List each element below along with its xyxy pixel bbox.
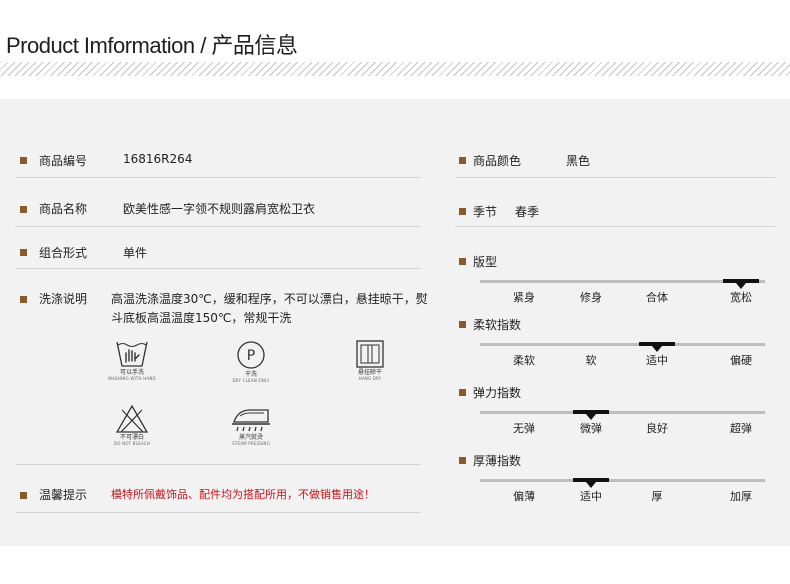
bullet-icon <box>20 157 27 164</box>
divider <box>15 226 421 227</box>
care-no-bleach: 不可漂白 DO NOT BLEACH <box>104 404 160 446</box>
divider <box>15 177 421 178</box>
product-name-label: 商品名称 <box>39 202 88 216</box>
care-hang-dry: 悬挂晾干 HANG DRY <box>344 339 396 381</box>
bullet-icon <box>20 492 27 499</box>
season-label: 季节 <box>473 205 498 219</box>
care-caption: 悬挂晾干 <box>357 369 382 376</box>
scale-option: 柔软 <box>513 354 535 367</box>
care-steam-iron: 蒸汽熨烫 STEAM PRESSING <box>222 406 280 446</box>
care-caption: 不可漂白 <box>119 434 144 441</box>
scale-option: 微弹 <box>580 422 602 435</box>
scale-option: 加厚 <box>730 490 752 503</box>
scale-track <box>480 411 765 414</box>
scale-option: 偏薄 <box>513 490 535 503</box>
divider <box>15 464 421 465</box>
scale-label: 柔软指数 <box>473 318 522 332</box>
bullet-icon <box>459 389 466 396</box>
scale-label: 版型 <box>473 255 498 269</box>
scale-option: 厚 <box>651 490 663 503</box>
season-value: 春季 <box>515 205 540 219</box>
scale-option: 良好 <box>646 422 668 435</box>
divider <box>15 268 421 269</box>
divider <box>15 512 421 513</box>
care-caption: 蒸汽熨烫 <box>238 434 263 441</box>
care-caption-en: STEAM PRESSING <box>232 441 270 446</box>
header-hatch-divider <box>0 62 790 76</box>
scale-label: 厚薄指数 <box>473 454 522 468</box>
scale-option: 紧身 <box>513 291 535 304</box>
color-label: 商品颜色 <box>473 154 522 168</box>
scale-option: 适中 <box>646 354 668 367</box>
bullet-icon <box>459 321 466 328</box>
bullet-icon <box>459 208 466 215</box>
scale-option: 合体 <box>646 291 668 304</box>
scale-option: 超弹 <box>730 422 752 435</box>
scale-option: 偏硬 <box>730 354 752 367</box>
scale-label: 弹力指数 <box>473 386 522 400</box>
care-caption-en: DRY CLEAN ONLY <box>232 378 270 383</box>
bullet-icon <box>459 457 466 464</box>
scale-track <box>480 343 765 346</box>
scale-option: 适中 <box>580 490 602 503</box>
bullet-icon <box>20 206 27 213</box>
svg-text:P: P <box>247 348 255 364</box>
combo-value: 单件 <box>123 246 148 260</box>
tip-text: 模特所佩戴饰品、配件均为搭配所用，不做销售用途！ <box>111 488 375 501</box>
scale-option: 修身 <box>580 291 602 304</box>
care-caption-en: DO NOT BLEACH <box>114 441 150 446</box>
divider <box>455 226 775 227</box>
bullet-icon <box>20 249 27 256</box>
color-value: 黑色 <box>566 154 591 168</box>
divider <box>455 177 775 178</box>
bullet-icon <box>459 157 466 164</box>
care-hand-wash: 可以手洗 WASHING WITH HAND <box>104 339 160 381</box>
product-code-label: 商品编号 <box>39 154 88 168</box>
scale-option: 软 <box>585 354 597 367</box>
product-name-value: 欧美性感一字领不规则露肩宽松卫衣 <box>123 202 316 216</box>
combo-label: 组合形式 <box>39 246 88 260</box>
wash-instructions: 高温洗涤温度30℃，缓和程序，不可以漂白，悬挂晾干，熨斗底板高温温度150℃，常… <box>111 292 428 325</box>
hand-wash-icon <box>116 341 148 367</box>
care-caption-en: HANG DRY <box>358 376 382 381</box>
wash-label: 洗涤说明 <box>39 292 88 306</box>
dry-clean-icon: P <box>237 341 265 369</box>
page-title: Product Imformation / 产品信息 <box>6 33 298 58</box>
hang-dry-icon <box>356 340 384 368</box>
product-code-value: 16816R264 <box>123 152 193 166</box>
care-caption: 干洗 <box>244 371 257 378</box>
steam-iron-icon <box>232 409 270 432</box>
scale-option: 宽松 <box>730 291 752 304</box>
care-caption-en: WASHING WITH HAND <box>108 376 156 381</box>
care-dry-clean: P 干洗 DRY CLEAN ONLY <box>223 339 279 383</box>
scale-track <box>480 479 765 482</box>
care-caption: 可以手洗 <box>119 369 144 376</box>
no-bleach-icon <box>115 404 149 433</box>
bullet-icon <box>20 296 27 303</box>
bullet-icon <box>459 258 466 265</box>
tip-label: 温馨提示 <box>39 488 88 502</box>
scale-option: 无弹 <box>513 422 535 435</box>
